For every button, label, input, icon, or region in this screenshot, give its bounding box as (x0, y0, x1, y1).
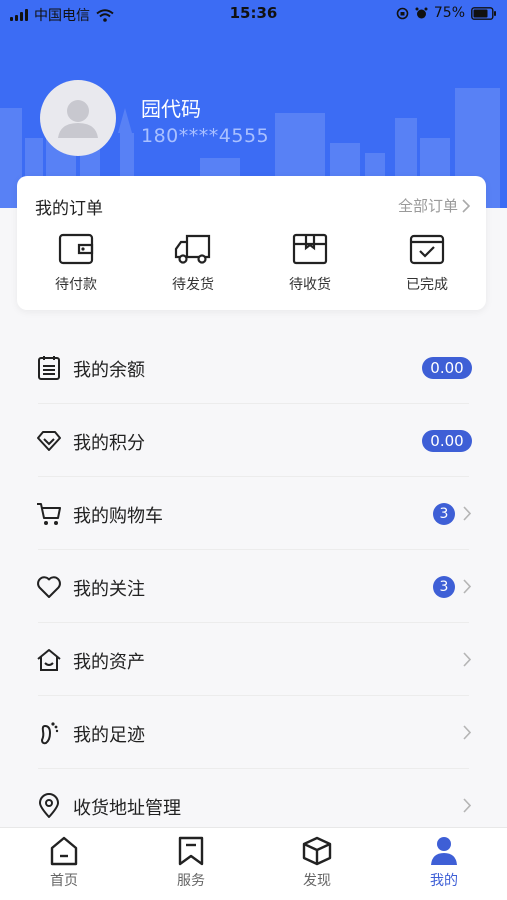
tab-label: 我的 (430, 873, 458, 889)
bookmark-icon (178, 836, 204, 866)
order-item-label: 已完成 (406, 277, 448, 293)
avatar[interactable] (40, 80, 116, 156)
order-pending-payment[interactable]: 待付款 (36, 232, 116, 294)
tab-label: 首页 (50, 873, 78, 889)
location-pin-icon (39, 793, 59, 818)
menu-label: 我的足迹 (73, 725, 145, 746)
tab-discover[interactable]: 发现 (277, 836, 357, 890)
menu-assets[interactable]: 我的资产 (0, 623, 507, 696)
chevron-right-icon (462, 198, 470, 213)
order-item-label: 待付款 (55, 277, 97, 293)
menu-balance[interactable]: 我的余额 0.00 (0, 331, 507, 404)
chevron-right-icon (463, 652, 471, 667)
home-icon (50, 836, 78, 866)
menu-cart[interactable]: 我的购物车 3 (0, 477, 507, 550)
menu-follows[interactable]: 我的关注 3 (0, 550, 507, 623)
default-user-icon (58, 100, 98, 138)
package-icon (292, 233, 328, 265)
menu-label: 收货地址管理 (73, 798, 181, 819)
tab-home[interactable]: 首页 (24, 836, 104, 890)
footprint-icon (40, 722, 59, 745)
cube-icon (302, 836, 332, 866)
order-pending-receipt[interactable]: 待收货 (270, 232, 350, 294)
my-orders-card: 我的订单 全部订单 待付款 待发货 待收货 已完成 (17, 176, 486, 310)
user-phone: 180****4555 (141, 125, 270, 147)
house-icon (37, 649, 61, 671)
all-orders-label: 全部订单 (397, 197, 458, 215)
tab-services[interactable]: 服务 (151, 836, 231, 890)
battery-icon (471, 6, 496, 20)
menu-label: 我的积分 (73, 433, 145, 454)
battery-percent: 75% (433, 5, 465, 21)
diamond-icon (37, 431, 61, 451)
tab-label: 服务 (177, 873, 205, 889)
wallet-icon (58, 233, 94, 265)
menu-label: 我的资产 (73, 652, 145, 673)
menu-label: 我的关注 (73, 579, 145, 600)
follows-count-badge: 3 (433, 576, 455, 598)
check-calendar-icon (409, 234, 445, 265)
order-completed[interactable]: 已完成 (387, 232, 467, 294)
order-item-label: 待收货 (289, 277, 331, 293)
menu-footprints[interactable]: 我的足迹 (0, 696, 507, 769)
orders-title: 我的订单 (35, 199, 103, 219)
clipboard-icon (38, 356, 60, 380)
menu-points[interactable]: 我的积分 0.00 (0, 404, 507, 477)
tab-label: 发现 (303, 873, 331, 889)
heart-icon (37, 576, 61, 598)
cart-icon (37, 503, 61, 525)
truck-icon (174, 234, 211, 264)
order-item-label: 待发货 (172, 277, 214, 293)
chevron-right-icon (463, 579, 471, 594)
all-orders-link[interactable]: 全部订单 (398, 195, 470, 216)
alarm-icon (415, 7, 428, 18)
user-name: 园代码 (141, 97, 201, 121)
cart-count-badge: 3 (433, 503, 455, 525)
chevron-right-icon (463, 798, 471, 813)
chevron-right-icon (463, 725, 471, 740)
person-icon (431, 837, 457, 865)
menu-label: 我的余额 (73, 360, 145, 381)
bottom-tab-bar: 首页 服务 发现 我的 (0, 827, 507, 900)
menu-label: 我的购物车 (73, 506, 163, 527)
tab-mine[interactable]: 我的 (404, 836, 484, 890)
order-pending-shipment[interactable]: 待发货 (153, 232, 233, 294)
status-bar: 中国电信 15:36 75% (0, 0, 507, 28)
orientation-lock-icon (396, 7, 409, 19)
chevron-right-icon (463, 506, 471, 521)
balance-badge: 0.00 (422, 357, 472, 379)
points-badge: 0.00 (422, 430, 472, 452)
